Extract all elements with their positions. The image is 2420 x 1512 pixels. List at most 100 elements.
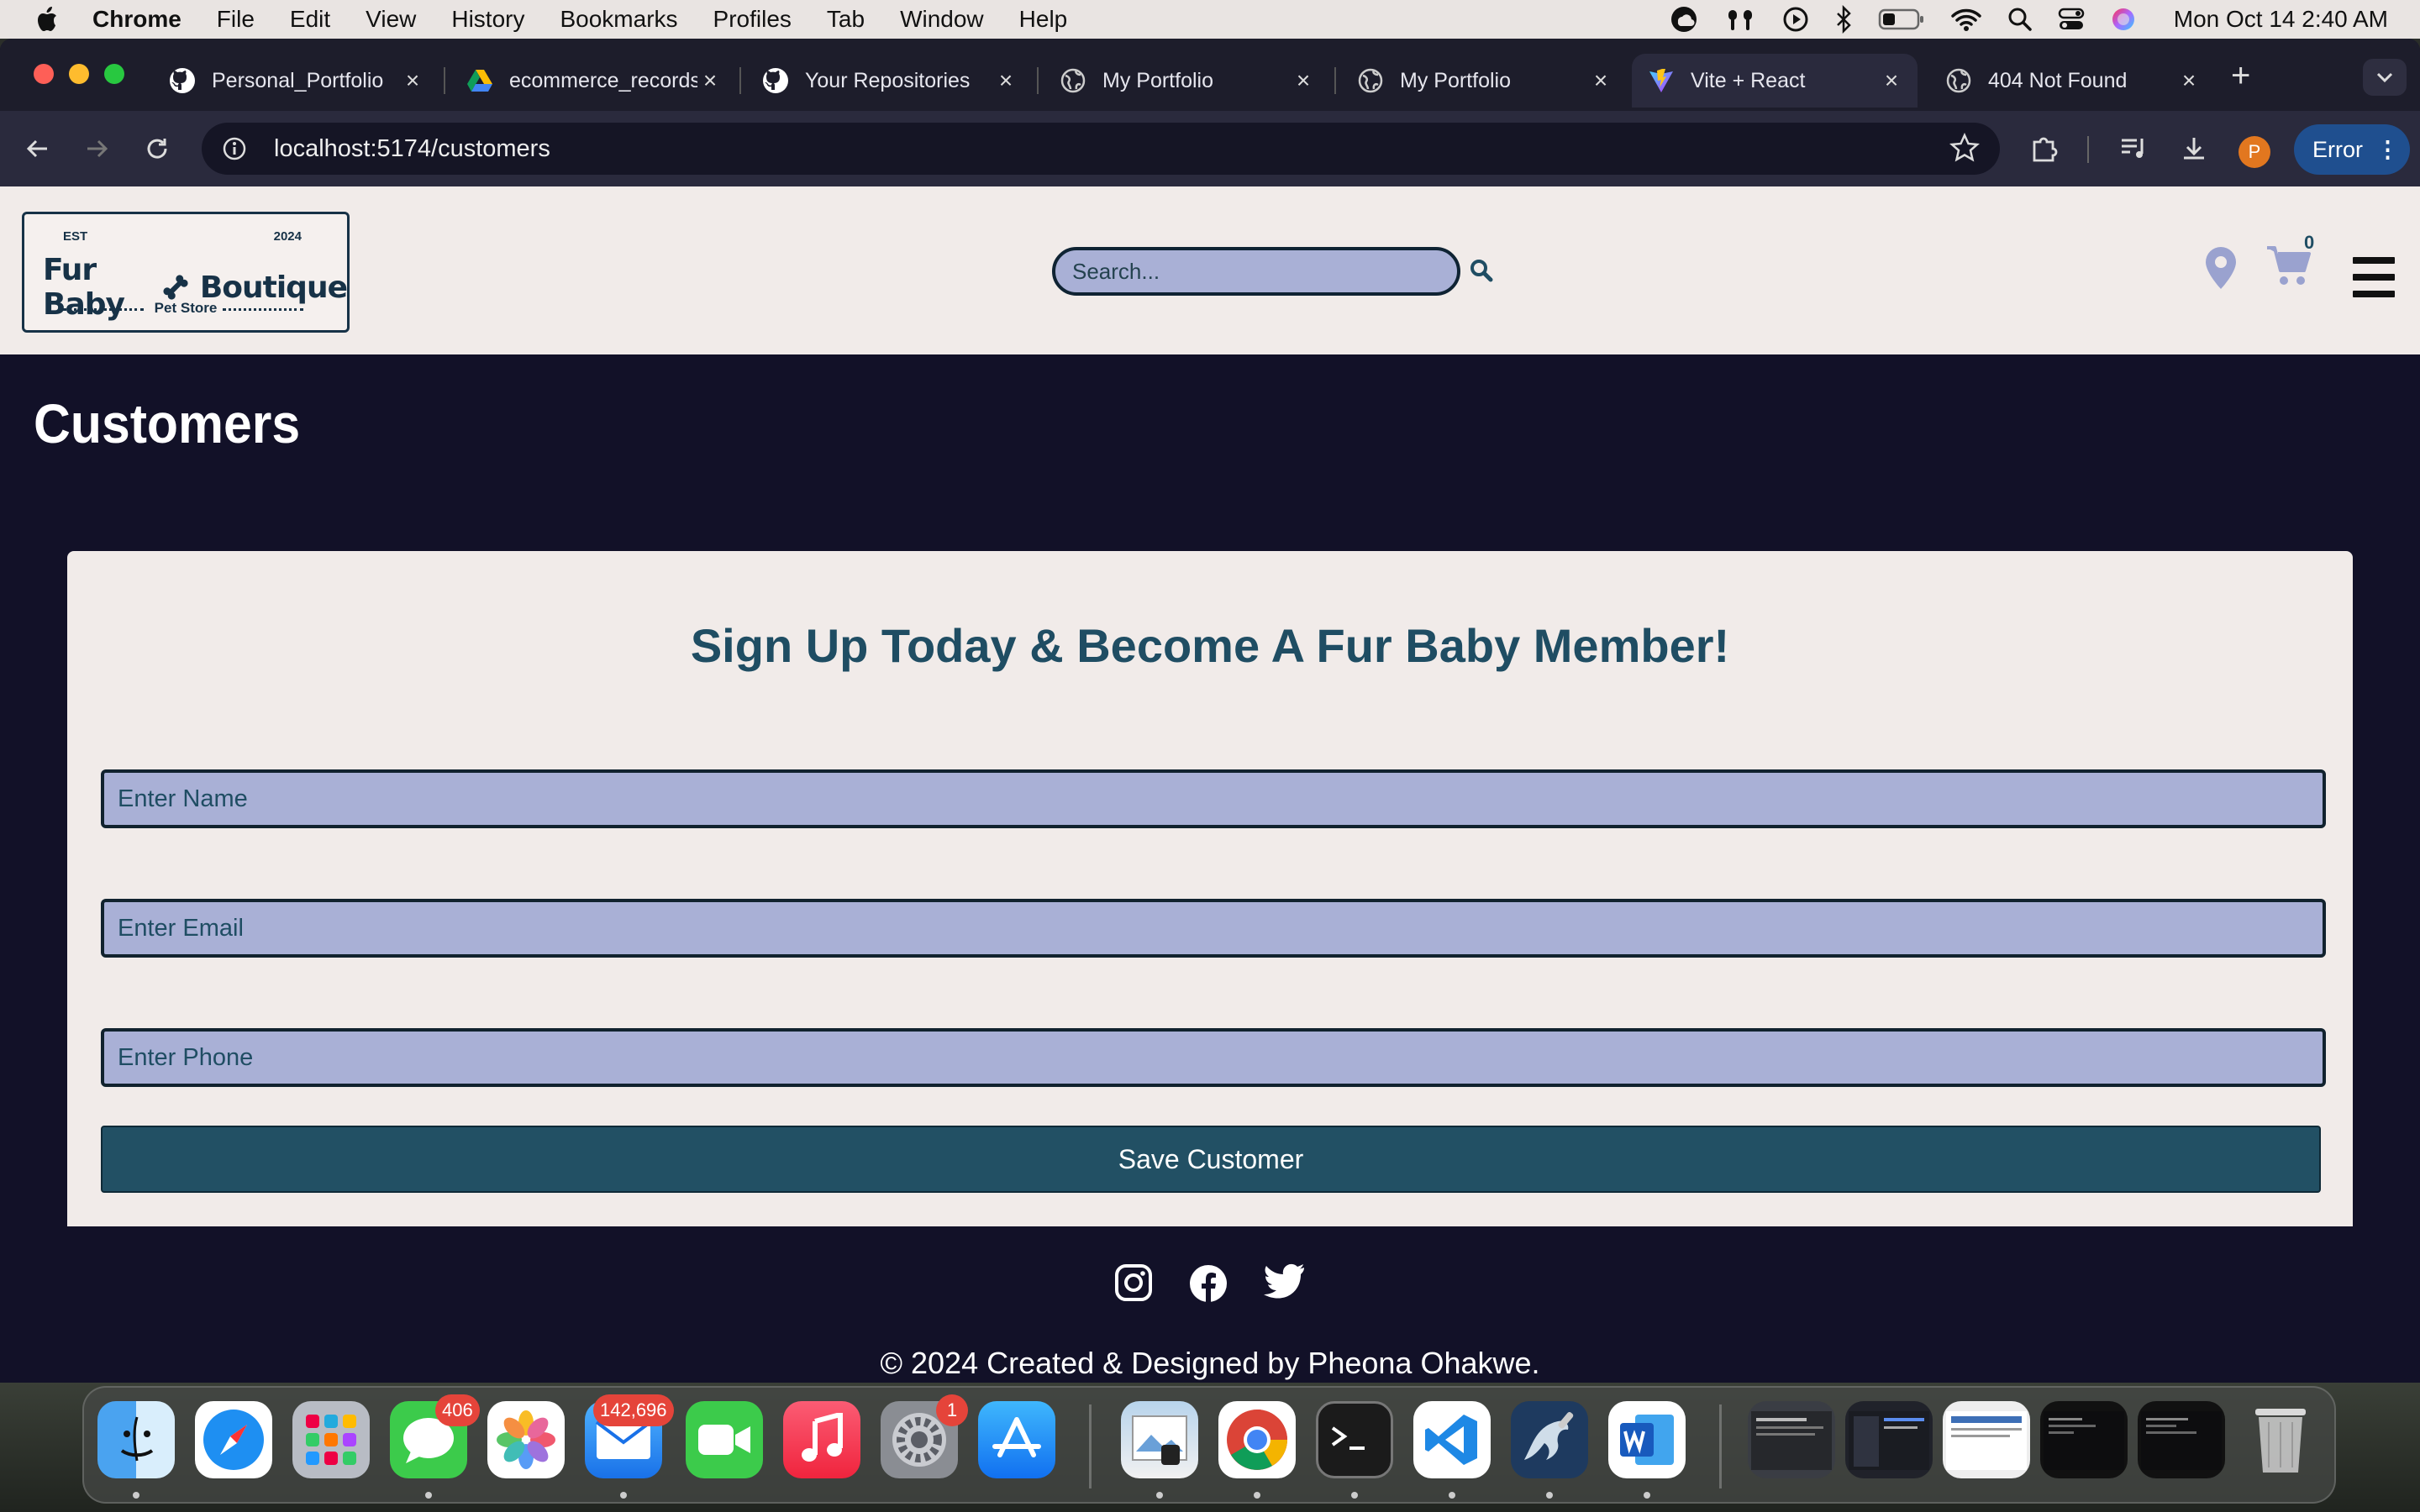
github-icon (168, 66, 197, 95)
creative-cloud-icon[interactable] (1670, 5, 1698, 34)
logo-dotted-line (223, 308, 303, 311)
vscode-icon[interactable] (1413, 1401, 1491, 1478)
back-arrow-icon (26, 139, 47, 158)
media-controls-button[interactable] (2114, 129, 2153, 168)
menu-window[interactable]: Window (900, 6, 984, 33)
minimize-window-button[interactable] (69, 64, 89, 84)
facebook-icon[interactable] (1188, 1263, 1228, 1304)
site-search-input[interactable] (1052, 247, 1460, 296)
menu-bookmarks[interactable]: Bookmarks (560, 6, 677, 33)
menu-edit[interactable]: Edit (290, 6, 330, 33)
hamburger-menu-icon[interactable] (2353, 257, 2395, 297)
running-indicator (133, 1492, 139, 1499)
safari-icon[interactable] (195, 1401, 272, 1478)
close-tab-icon[interactable]: × (2176, 67, 2202, 94)
reload-button[interactable] (138, 129, 176, 168)
location-pin-icon[interactable] (2202, 245, 2240, 291)
twitter-icon[interactable] (1264, 1263, 1306, 1304)
trash-icon[interactable] (2242, 1401, 2319, 1478)
error-label: Error (2312, 136, 2363, 162)
back-button[interactable] (18, 129, 57, 168)
preview-icon[interactable] (1121, 1401, 1198, 1478)
close-tab-icon[interactable]: × (697, 67, 723, 94)
tab-search-button[interactable] (2363, 59, 2407, 96)
downloads-button[interactable] (2175, 129, 2213, 168)
phone-input[interactable] (101, 1028, 2326, 1087)
terminal-icon[interactable] (1316, 1401, 1393, 1478)
email-input[interactable] (101, 899, 2326, 958)
menu-tab[interactable]: Tab (827, 6, 865, 33)
bookmark-star-icon[interactable] (1949, 133, 1980, 163)
site-info-icon[interactable] (215, 129, 254, 168)
mysql-workbench-icon[interactable] (1511, 1401, 1588, 1478)
close-tab-icon[interactable]: × (1588, 67, 1613, 94)
running-indicator (1546, 1492, 1553, 1499)
tab-vite-react[interactable]: Vite + React × (1632, 54, 1918, 108)
running-indicator (1644, 1492, 1650, 1499)
running-indicator (1449, 1492, 1455, 1499)
close-tab-icon[interactable]: × (400, 67, 425, 94)
cart-count-badge: 0 (2304, 232, 2315, 253)
photos-icon[interactable] (487, 1401, 565, 1478)
tab-personal-portfolio[interactable]: Personal_Portfolio × (153, 54, 439, 108)
music-icon[interactable] (783, 1401, 860, 1478)
error-button[interactable]: Error ⋮ (2294, 124, 2410, 175)
spotlight-search-icon[interactable] (2007, 7, 2033, 32)
menu-history[interactable]: History (451, 6, 524, 33)
minimized-window-thumbnail[interactable] (2040, 1401, 2128, 1478)
word-icon[interactable] (1608, 1401, 1686, 1478)
launchpad-icon[interactable] (292, 1401, 370, 1478)
apple-menu-icon[interactable] (34, 5, 67, 34)
new-tab-button[interactable]: + (2231, 57, 2250, 95)
minimized-window-thumbnail[interactable] (1845, 1401, 1933, 1478)
tab-my-portfolio-1[interactable]: My Portfolio × (1044, 54, 1329, 108)
instagram-icon[interactable] (1114, 1263, 1153, 1304)
bluetooth-icon[interactable] (1834, 5, 1853, 34)
now-playing-icon[interactable] (1782, 6, 1809, 33)
menu-view[interactable]: View (366, 6, 416, 33)
close-tab-icon[interactable]: × (1879, 67, 1904, 94)
close-window-button[interactable] (34, 64, 54, 84)
profile-avatar[interactable]: P (2238, 136, 2270, 168)
menu-file[interactable]: File (217, 6, 255, 33)
close-tab-icon[interactable]: × (1291, 67, 1316, 94)
site-logo[interactable]: EST 2024 Fur Baby Boutique Pet Store (22, 212, 350, 333)
tab-divider (1334, 67, 1336, 94)
site-search-button[interactable] (1467, 254, 1496, 287)
tab-your-repositories[interactable]: Your Repositories × (746, 54, 1032, 108)
airpods-icon[interactable] (1723, 7, 1757, 32)
hamburger-line (2353, 291, 2395, 297)
tab-strip: Personal_Portfolio × ecommerce_records ×… (0, 39, 2420, 111)
menubar-clock[interactable]: Mon Oct 14 2:40 AM (2174, 6, 2388, 33)
extensions-button[interactable] (2025, 129, 2064, 168)
minimized-window-thumbnail[interactable] (1748, 1401, 1835, 1478)
forward-button[interactable] (77, 129, 116, 168)
menu-profiles[interactable]: Profiles (713, 6, 792, 33)
close-tab-icon[interactable]: × (993, 67, 1018, 94)
tab-my-portfolio-2[interactable]: My Portfolio × (1341, 54, 1627, 108)
name-input[interactable] (101, 769, 2326, 828)
menu-help[interactable]: Help (1019, 6, 1068, 33)
finder-icon[interactable] (97, 1401, 175, 1478)
page-title: Customers (34, 392, 301, 454)
app-store-icon[interactable] (978, 1401, 1055, 1478)
tab-ecommerce-records[interactable]: ecommerce_records × (450, 54, 736, 108)
control-center-icon[interactable] (2058, 7, 2085, 32)
social-links (1114, 1263, 1306, 1304)
tab-404-not-found[interactable]: 404 Not Found × (1929, 54, 2215, 108)
wifi-icon[interactable] (1950, 7, 1982, 32)
address-bar[interactable]: localhost:5174/customers (202, 123, 2000, 175)
zoom-window-button[interactable] (104, 64, 124, 84)
facetime-icon[interactable] (686, 1401, 763, 1478)
github-icon (761, 66, 790, 95)
minimized-window-thumbnail[interactable] (2138, 1401, 2225, 1478)
url-text[interactable]: localhost:5174/customers (274, 135, 550, 163)
minimized-window-thumbnail[interactable] (1943, 1401, 2030, 1478)
save-customer-button[interactable]: Save Customer (101, 1126, 2321, 1193)
battery-icon[interactable] (1878, 8, 1925, 31)
siri-icon[interactable] (2110, 6, 2137, 33)
menu-app-name[interactable]: Chrome (92, 6, 182, 33)
tab-title: ecommerce_records (509, 68, 697, 92)
google-drive-icon (466, 66, 494, 95)
chrome-icon[interactable] (1218, 1401, 1296, 1478)
